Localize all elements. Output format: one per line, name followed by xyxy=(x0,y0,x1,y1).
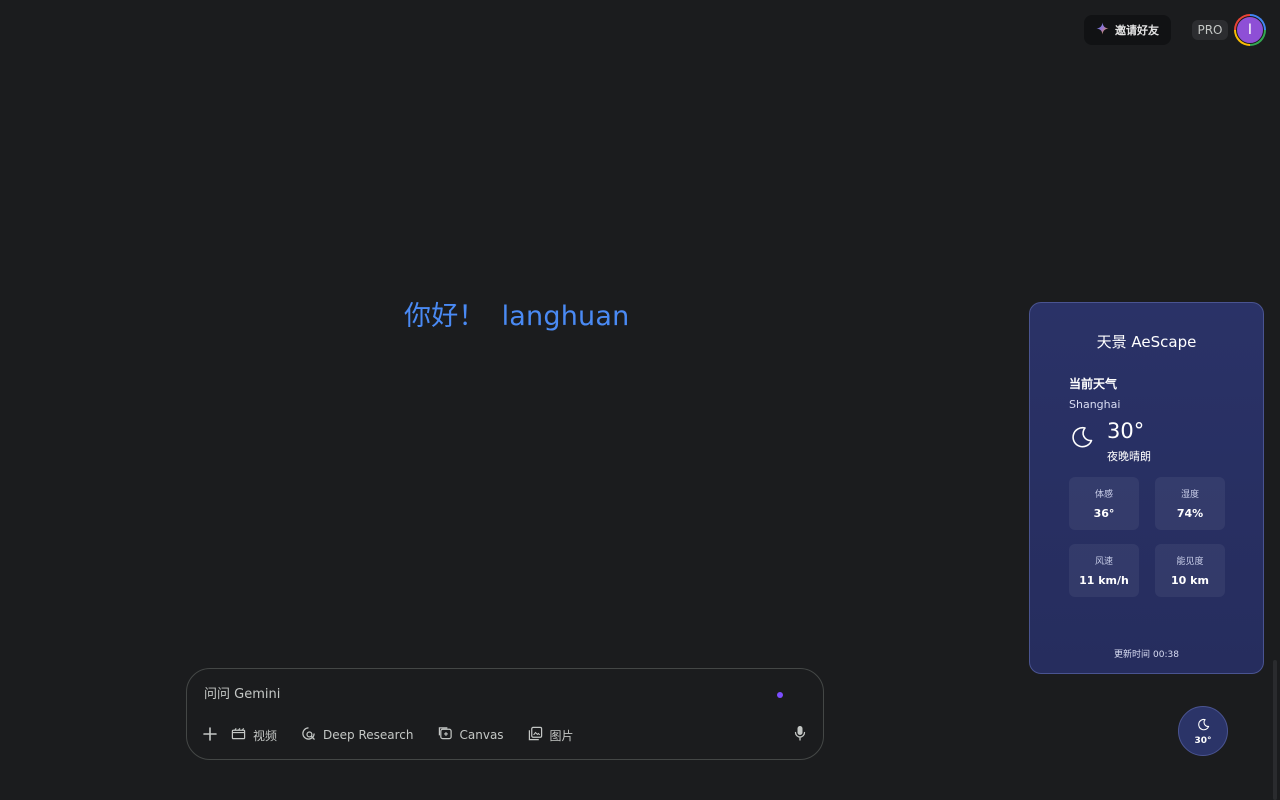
humidity-label: 湿度 xyxy=(1180,490,1199,500)
greeting-username: langhuan xyxy=(501,301,630,332)
weather-widget-card: 天景 AeScape 当前天气 Shanghai 30° 夜晚晴朗 体感 36°… xyxy=(1029,302,1264,674)
microphone-button[interactable] xyxy=(791,726,809,744)
weather-updated-time: 更新时间 00:38 xyxy=(1030,647,1263,660)
greeting-hello: 你好！ xyxy=(404,301,486,332)
image-tool-button[interactable]: 图片 xyxy=(528,724,574,746)
invite-friends-label: 邀请好友 xyxy=(1115,24,1159,37)
moon-icon xyxy=(1070,425,1094,449)
humidity-value: 74% xyxy=(1176,507,1204,520)
current-weather-heading: 当前天气 xyxy=(1069,377,1118,391)
canvas-tool-label: Canvas xyxy=(459,728,504,742)
weather-temperature: 30° xyxy=(1107,419,1145,443)
scrollbar[interactable] xyxy=(1273,660,1277,800)
video-tool-button[interactable]: 视频 xyxy=(231,724,277,746)
floating-temperature: 30° xyxy=(1194,736,1212,746)
pro-badge: PRO xyxy=(1192,20,1228,40)
plus-icon xyxy=(203,726,217,745)
wind-speed-stat: 风速 11 km/h xyxy=(1069,544,1139,597)
weather-condition: 夜晚晴朗 xyxy=(1107,450,1151,463)
canvas-tool-button[interactable]: Canvas xyxy=(438,724,504,746)
prompt-input[interactable] xyxy=(204,685,744,703)
moon-icon xyxy=(1197,716,1210,735)
weather-city: Shanghai xyxy=(1069,398,1121,411)
visibility-value: 10 km xyxy=(1171,574,1209,587)
video-tool-label: 视频 xyxy=(253,728,278,743)
app-page: 邀请好友 PRO I 你好！ langhuan 视频 xyxy=(0,0,1280,800)
image-stack-icon xyxy=(528,726,543,744)
prompt-box: 视频 Deep Research Canvas 图片 xyxy=(186,668,824,760)
status-dot xyxy=(777,692,783,698)
deep-research-tool-button[interactable]: Deep Research xyxy=(301,724,414,746)
research-icon xyxy=(301,726,316,744)
microphone-icon xyxy=(794,725,806,745)
prompt-toolbar: 视频 Deep Research Canvas 图片 xyxy=(199,724,598,746)
add-button[interactable] xyxy=(199,724,221,746)
image-tool-label: 图片 xyxy=(549,728,574,743)
weather-floating-button[interactable]: 30° xyxy=(1178,706,1228,756)
weather-widget-title: 天景 AeScape xyxy=(1096,333,1197,351)
humidity-stat: 湿度 74% xyxy=(1155,477,1225,530)
feels-like-label: 体感 xyxy=(1094,490,1113,500)
wind-speed-label: 风速 xyxy=(1094,557,1113,567)
canvas-icon xyxy=(438,726,453,744)
account-avatar-button[interactable]: I xyxy=(1234,14,1266,46)
avatar: I xyxy=(1236,16,1264,44)
updated-label: 更新时间 xyxy=(1114,650,1151,660)
updated-time-value: 00:38 xyxy=(1153,650,1179,660)
clapperboard-icon xyxy=(231,726,246,744)
invite-friends-button[interactable]: 邀请好友 xyxy=(1084,15,1171,45)
greeting-headline: 你好！ langhuan xyxy=(404,294,629,333)
feels-like-value: 36° xyxy=(1093,507,1115,520)
visibility-stat: 能见度 10 km xyxy=(1155,544,1225,597)
deep-research-tool-label: Deep Research xyxy=(323,728,414,742)
wind-speed-value: 11 km/h xyxy=(1079,574,1129,587)
feels-like-stat: 体感 36° xyxy=(1069,477,1139,530)
visibility-label: 能见度 xyxy=(1176,557,1204,567)
sparkle-icon xyxy=(1096,22,1109,38)
